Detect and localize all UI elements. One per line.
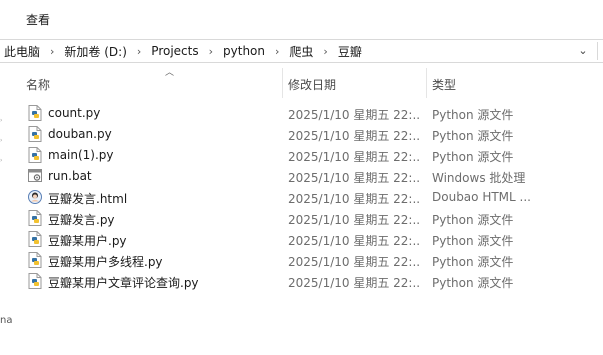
file-name: 豆瓣某用户多线程.py bbox=[48, 255, 163, 269]
file-name: 豆瓣发言.html bbox=[48, 192, 128, 206]
html-file-icon bbox=[28, 190, 42, 204]
file-name: 豆瓣发言.py bbox=[48, 213, 115, 227]
file-row[interactable]: 豆瓣某用户文章评论查询.py 2025/1/10 星期五 22:... Pyth… bbox=[26, 271, 603, 292]
file-date: 2025/1/10 星期五 22:... bbox=[288, 150, 420, 164]
python-file-icon bbox=[28, 252, 42, 268]
column-header-date[interactable]: 修改日期 bbox=[288, 76, 336, 92]
breadcrumb: 此电脑 › 新加卷 (D:) › Projects › python › 爬虫 … bbox=[0, 43, 366, 59]
file-date: 2025/1/10 星期五 22:... bbox=[288, 192, 420, 206]
menu-bar: 查看 bbox=[0, 0, 603, 38]
python-file-icon bbox=[28, 147, 42, 163]
chevron-right-icon[interactable]: › bbox=[317, 45, 333, 58]
python-file-icon bbox=[28, 105, 42, 121]
file-name: 豆瓣某用户.py bbox=[48, 234, 127, 248]
expand-arrow-icon[interactable]: › bbox=[0, 158, 4, 164]
python-file-icon bbox=[28, 126, 42, 142]
chevron-right-icon[interactable]: › bbox=[269, 45, 285, 58]
file-name: main(1).py bbox=[48, 148, 114, 162]
file-date: 2025/1/10 星期五 22:... bbox=[288, 276, 420, 290]
python-file-icon bbox=[28, 231, 42, 247]
file-row[interactable]: 豆瓣发言.html 2025/1/10 星期五 22:... Doubao HT… bbox=[26, 187, 603, 208]
file-name: 豆瓣某用户文章评论查询.py bbox=[48, 276, 199, 290]
sort-ascending-icon: ︿ bbox=[165, 68, 175, 78]
python-file-icon bbox=[28, 273, 42, 289]
chevron-right-icon[interactable]: › bbox=[44, 45, 60, 58]
breadcrumb-drive-d[interactable]: 新加卷 (D:) bbox=[60, 43, 130, 60]
file-date: 2025/1/10 星期五 22:... bbox=[288, 255, 420, 269]
file-date: 2025/1/10 星期五 22:... bbox=[288, 213, 420, 227]
breadcrumb-this-pc[interactable]: 此电脑 bbox=[0, 43, 44, 60]
column-divider[interactable] bbox=[426, 68, 427, 98]
address-bar[interactable]: 此电脑 › 新加卷 (D:) › Projects › python › 爬虫 … bbox=[0, 39, 603, 63]
file-date: 2025/1/10 星期五 22:... bbox=[288, 234, 420, 248]
chevron-right-icon[interactable]: › bbox=[131, 45, 147, 58]
file-row[interactable]: main(1).py 2025/1/10 星期五 22:... Python 源… bbox=[26, 145, 603, 166]
file-type: Python 源文件 bbox=[432, 129, 514, 143]
file-date: 2025/1/10 星期五 22:... bbox=[288, 108, 420, 122]
column-header-name[interactable]: 名称 bbox=[26, 76, 50, 92]
expand-arrow-icon[interactable]: › bbox=[0, 118, 4, 124]
file-type: Python 源文件 bbox=[432, 150, 514, 164]
file-row[interactable]: douban.py 2025/1/10 星期五 22:... Python 源文… bbox=[26, 124, 603, 145]
file-date: 2025/1/10 星期五 22:... bbox=[288, 171, 420, 185]
breadcrumb-crawler[interactable]: 爬虫 bbox=[285, 43, 317, 60]
file-row[interactable]: 豆瓣某用户多线程.py 2025/1/10 星期五 22:... Python … bbox=[26, 250, 603, 271]
chevron-right-icon[interactable]: › bbox=[203, 45, 219, 58]
batch-file-icon bbox=[28, 169, 42, 182]
file-name: run.bat bbox=[48, 169, 92, 183]
file-row[interactable]: run.bat 2025/1/10 星期五 22:... Windows 批处理 bbox=[26, 166, 603, 187]
file-type: Python 源文件 bbox=[432, 234, 514, 248]
file-name: douban.py bbox=[48, 127, 112, 141]
file-row[interactable]: 豆瓣发言.py 2025/1/10 星期五 22:... Python 源文件 bbox=[26, 208, 603, 229]
breadcrumb-douban[interactable]: 豆瓣 bbox=[334, 43, 366, 60]
file-row[interactable]: 豆瓣某用户.py 2025/1/10 星期五 22:... Python 源文件 bbox=[26, 229, 603, 250]
file-date: 2025/1/10 星期五 22:... bbox=[288, 129, 420, 143]
chevron-down-icon[interactable]: ⌄ bbox=[577, 45, 589, 57]
python-file-icon bbox=[28, 210, 42, 226]
file-type: Windows 批处理 bbox=[432, 171, 526, 185]
expand-arrow-icon[interactable]: › bbox=[0, 138, 4, 144]
file-type: Python 源文件 bbox=[432, 108, 514, 122]
column-header-type[interactable]: 类型 bbox=[432, 76, 456, 92]
breadcrumb-python[interactable]: python bbox=[219, 44, 269, 58]
column-header-row: ︿ 名称 修改日期 类型 bbox=[18, 62, 603, 104]
file-type: Python 源文件 bbox=[432, 213, 514, 227]
view-menu[interactable]: 查看 bbox=[26, 11, 50, 28]
file-name: count.py bbox=[48, 106, 101, 120]
file-row[interactable]: count.py 2025/1/10 星期五 22:... Python 源文件 bbox=[26, 103, 603, 124]
breadcrumb-projects[interactable]: Projects bbox=[147, 44, 202, 58]
file-type: Python 源文件 bbox=[432, 255, 514, 269]
file-type: Python 源文件 bbox=[432, 276, 514, 290]
column-divider[interactable] bbox=[282, 68, 283, 98]
file-type: Doubao HTML ... bbox=[432, 190, 531, 204]
refresh-button[interactable] bbox=[597, 42, 603, 60]
navigation-pane-edge: › › › bbox=[0, 62, 6, 355]
navigation-item-partial[interactable]: na bbox=[0, 315, 12, 326]
